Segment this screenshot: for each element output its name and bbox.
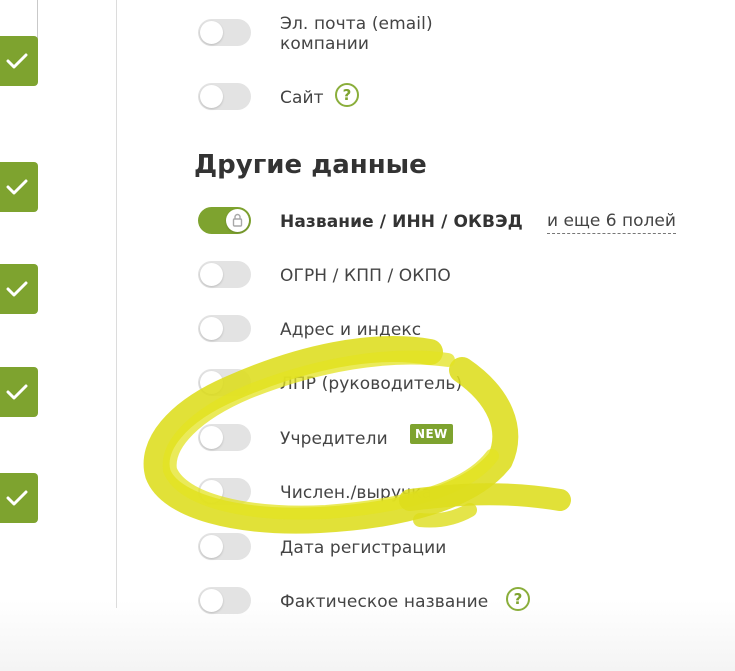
lpr-label: ЛПР (руководитель) bbox=[280, 374, 463, 394]
toggle-knob bbox=[200, 317, 223, 340]
founders-label: Учредители bbox=[280, 429, 388, 449]
check-icon bbox=[6, 53, 28, 69]
ogrn-label: ОГРН / КПП / ОКПО bbox=[280, 266, 451, 286]
toggle-knob bbox=[200, 535, 223, 558]
address-toggle[interactable] bbox=[198, 315, 251, 342]
check-icon bbox=[6, 384, 28, 400]
address-label: Адрес и индекс bbox=[280, 320, 422, 340]
toggle-knob bbox=[200, 21, 223, 44]
confirm-button-3[interactable] bbox=[0, 264, 38, 314]
actual-name-toggle[interactable] bbox=[198, 587, 251, 614]
email-toggle[interactable] bbox=[198, 19, 251, 46]
email-label: Эл. почта (email) компании bbox=[280, 14, 433, 54]
toggle-knob bbox=[226, 209, 249, 232]
question-icon[interactable]: ? bbox=[506, 587, 530, 611]
confirm-button-5[interactable] bbox=[0, 473, 38, 523]
lpr-toggle[interactable] bbox=[198, 369, 251, 396]
more-fields-link[interactable]: и еще 6 полей bbox=[547, 211, 676, 234]
staff-revenue-toggle[interactable] bbox=[198, 478, 251, 505]
confirm-button-4[interactable] bbox=[0, 367, 38, 417]
toggle-knob bbox=[200, 263, 223, 286]
reg-date-toggle[interactable] bbox=[198, 533, 251, 560]
check-icon bbox=[6, 490, 28, 506]
check-icon bbox=[6, 179, 28, 195]
lock-icon bbox=[232, 213, 243, 227]
reg-date-label: Дата регистрации bbox=[280, 538, 447, 558]
confirm-button-1[interactable] bbox=[0, 36, 38, 86]
founders-toggle[interactable] bbox=[198, 424, 251, 451]
toggle-knob bbox=[200, 85, 223, 108]
new-badge: NEW bbox=[410, 424, 453, 444]
actual-name-label: Фактическое название bbox=[280, 592, 489, 612]
section-title: Другие данные bbox=[194, 150, 427, 180]
toggle-knob bbox=[200, 480, 223, 503]
ogrn-toggle[interactable] bbox=[198, 261, 251, 288]
confirm-button-2[interactable] bbox=[0, 162, 38, 212]
question-icon[interactable]: ? bbox=[335, 83, 359, 107]
site-label: Сайт bbox=[280, 88, 324, 108]
name-inn-label: Название / ИНН / ОКВЭД bbox=[280, 212, 523, 232]
column-divider bbox=[116, 0, 117, 608]
toggle-knob bbox=[200, 589, 223, 612]
site-toggle[interactable] bbox=[198, 83, 251, 110]
staff-revenue-label: Числен./выручка bbox=[280, 483, 433, 503]
name-inn-toggle[interactable] bbox=[198, 207, 251, 234]
toggle-knob bbox=[200, 371, 223, 394]
toggle-knob bbox=[200, 426, 223, 449]
left-panel bbox=[0, 0, 118, 608]
check-icon bbox=[6, 281, 28, 297]
